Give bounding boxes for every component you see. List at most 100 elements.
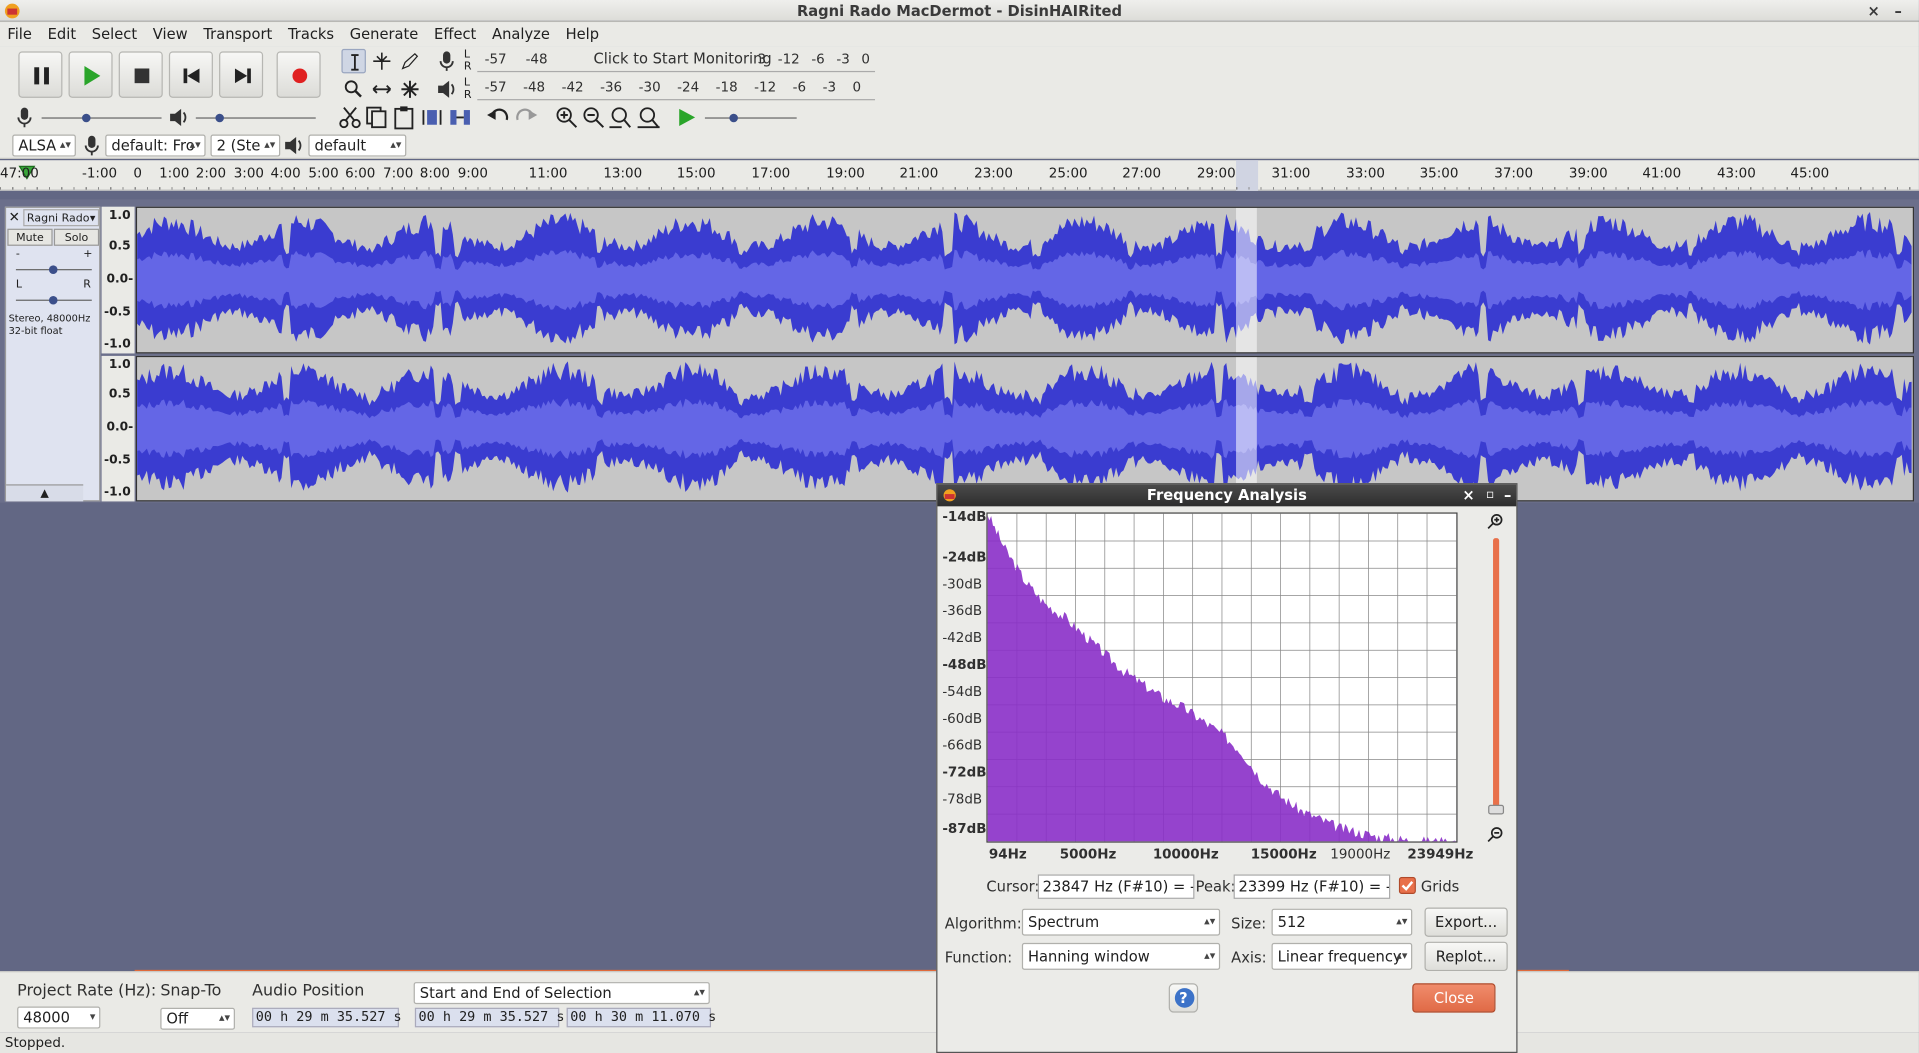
snap-to-select[interactable]: Off ▴▾ [160,1007,235,1030]
close-button[interactable]: Close [1412,983,1496,1013]
project-rate-select[interactable]: 48000 ▾ [17,1006,101,1029]
zoom-slider-thumb[interactable] [1488,804,1505,815]
peak-value-field[interactable]: 23399 Hz (F#10) = -8 [1233,874,1391,899]
gain-slider[interactable] [15,265,92,274]
zoom-tool[interactable] [341,77,365,101]
function-select[interactable]: Hanning window ▴▾ [1021,942,1221,970]
gain-minus-label: - [15,248,20,261]
envelope-tool[interactable] [370,49,394,73]
slider-thumb[interactable] [48,265,58,274]
paste-icon[interactable] [392,105,416,130]
undo-icon[interactable] [486,105,510,129]
record-channel-l: L [463,48,470,62]
size-label: Size: [1231,914,1267,932]
playback-volume-slider[interactable] [195,113,316,123]
solo-button[interactable]: Solo [53,228,100,246]
play-button[interactable] [68,51,113,98]
cursor-value-field[interactable]: 23847 Hz (F#10) = -8 [1037,874,1195,899]
menu-view[interactable]: View [153,26,188,43]
zoom-in-icon[interactable] [1487,512,1504,529]
dialog-minimize-icon[interactable]: – [1504,484,1511,506]
trim-icon[interactable] [420,105,444,129]
selection-tool[interactable] [341,48,366,74]
mute-button[interactable]: Mute [7,228,53,246]
audio-host-select[interactable]: ALSA ▴▾ [12,134,76,157]
track-close-icon[interactable]: ✕ [9,209,20,225]
ruler-tick: 17:00 [751,165,791,182]
recording-device-value: default: Fro [111,136,195,155]
selection-mode-select[interactable]: Start and End of Selection ▴▾ [413,982,710,1005]
app-icon [4,3,20,19]
menu-select[interactable]: Select [92,26,137,43]
redo-icon[interactable] [514,105,538,129]
menu-generate[interactable]: Generate [350,26,419,43]
dialog-maximize-icon[interactable]: ▫ [1486,484,1494,506]
algorithm-select[interactable]: Spectrum ▴▾ [1021,908,1221,936]
zoom-in-icon[interactable] [554,105,578,129]
playback-device-select[interactable]: default ▴▾ [308,134,407,157]
collapse-track-button[interactable]: ▲ [6,484,84,502]
zoom-out-icon[interactable] [581,105,605,129]
draw-tool[interactable] [398,49,422,73]
fit-project-icon[interactable] [636,105,660,129]
track-name-menu[interactable]: Ragni Rado ▾ [23,209,100,227]
minimize-window-button[interactable]: – [1894,0,1901,22]
playback-meter[interactable]: -57 -48 -42 -36 -30 -24 -18 -12 -6 -3 0 [477,78,876,101]
zoom-slider[interactable] [1488,538,1505,815]
mic-device-icon [84,135,99,156]
replot-button[interactable]: Replot... [1424,941,1508,972]
record-volume-slider[interactable] [41,113,162,123]
menu-edit[interactable]: Edit [48,26,76,43]
fit-selection-icon[interactable] [608,105,632,129]
help-button[interactable]: ? [1168,983,1199,1013]
size-select[interactable]: 512 ▴▾ [1271,908,1413,936]
ruler-tick: 37:00 [1494,165,1534,182]
multi-tool[interactable] [398,77,422,101]
skip-end-button[interactable] [219,51,264,98]
menu-analyze[interactable]: Analyze [492,26,550,43]
menu-tracks[interactable]: Tracks [288,26,334,43]
copy-icon[interactable] [365,105,389,129]
pause-button[interactable] [18,51,63,98]
record-scale-right: 3 -12 -6 -3 0 [757,51,870,68]
ruler-minor-ticks [0,187,1919,190]
close-window-button[interactable]: × [1867,0,1879,22]
play-at-speed-icon[interactable] [674,105,698,129]
grids-checkbox[interactable] [1398,876,1416,895]
menu-file[interactable]: File [7,26,32,43]
skip-start-button[interactable] [168,51,213,98]
spectrum-plot[interactable] [986,512,1458,843]
selection-end-field[interactable]: 00 h 30 m 11.070 s [566,1007,716,1028]
selection-start-field[interactable]: 00 h 29 m 35.527 s [414,1007,564,1028]
waveform-right-channel[interactable] [135,355,1915,502]
cut-icon[interactable] [338,105,362,129]
menu-effect[interactable]: Effect [434,26,476,43]
play-speed-slider[interactable] [704,113,797,123]
zoom-out-icon[interactable] [1487,826,1504,843]
slider-thumb[interactable] [215,113,224,123]
axis-select[interactable]: Linear frequency ▴▾ [1271,942,1413,970]
timeshift-tool[interactable] [370,77,394,101]
selection-region[interactable] [1236,207,1257,353]
recording-device-select[interactable]: default: Fro ▴▾ [105,134,206,157]
slider-thumb[interactable] [729,113,738,123]
slider-thumb[interactable] [48,295,58,305]
snap-to-label: Snap-To [160,982,222,1001]
selection-region[interactable] [1236,357,1257,501]
timeline-ruler[interactable]: -1:00 0 1:00 2:00 3:00 4:00 5:00 6:00 7:00 8:00 9:… [0,160,1919,191]
menu-help[interactable]: Help [566,26,599,43]
export-button[interactable]: Export... [1424,907,1508,937]
record-button[interactable] [276,51,321,98]
pan-slider[interactable] [15,295,92,305]
menu-transport[interactable]: Transport [203,26,272,43]
dialog-close-icon[interactable]: × [1462,484,1474,506]
menu-bar: File Edit Select View Transport Tracks G… [0,22,1919,47]
silence-icon[interactable] [448,105,472,129]
audio-position-field[interactable]: 00 h 29 m 35.527 s [252,1007,402,1028]
record-meter[interactable]: -57 -48 Click to Start Monitoring 3 -12 … [477,50,876,73]
stop-button[interactable] [118,51,163,98]
slider-thumb[interactable] [81,113,91,123]
ruler-tick: 6:00 [345,165,376,182]
channels-select[interactable]: 2 (Ste ▴▾ [210,134,281,157]
waveform-left-channel[interactable] [135,206,1915,354]
